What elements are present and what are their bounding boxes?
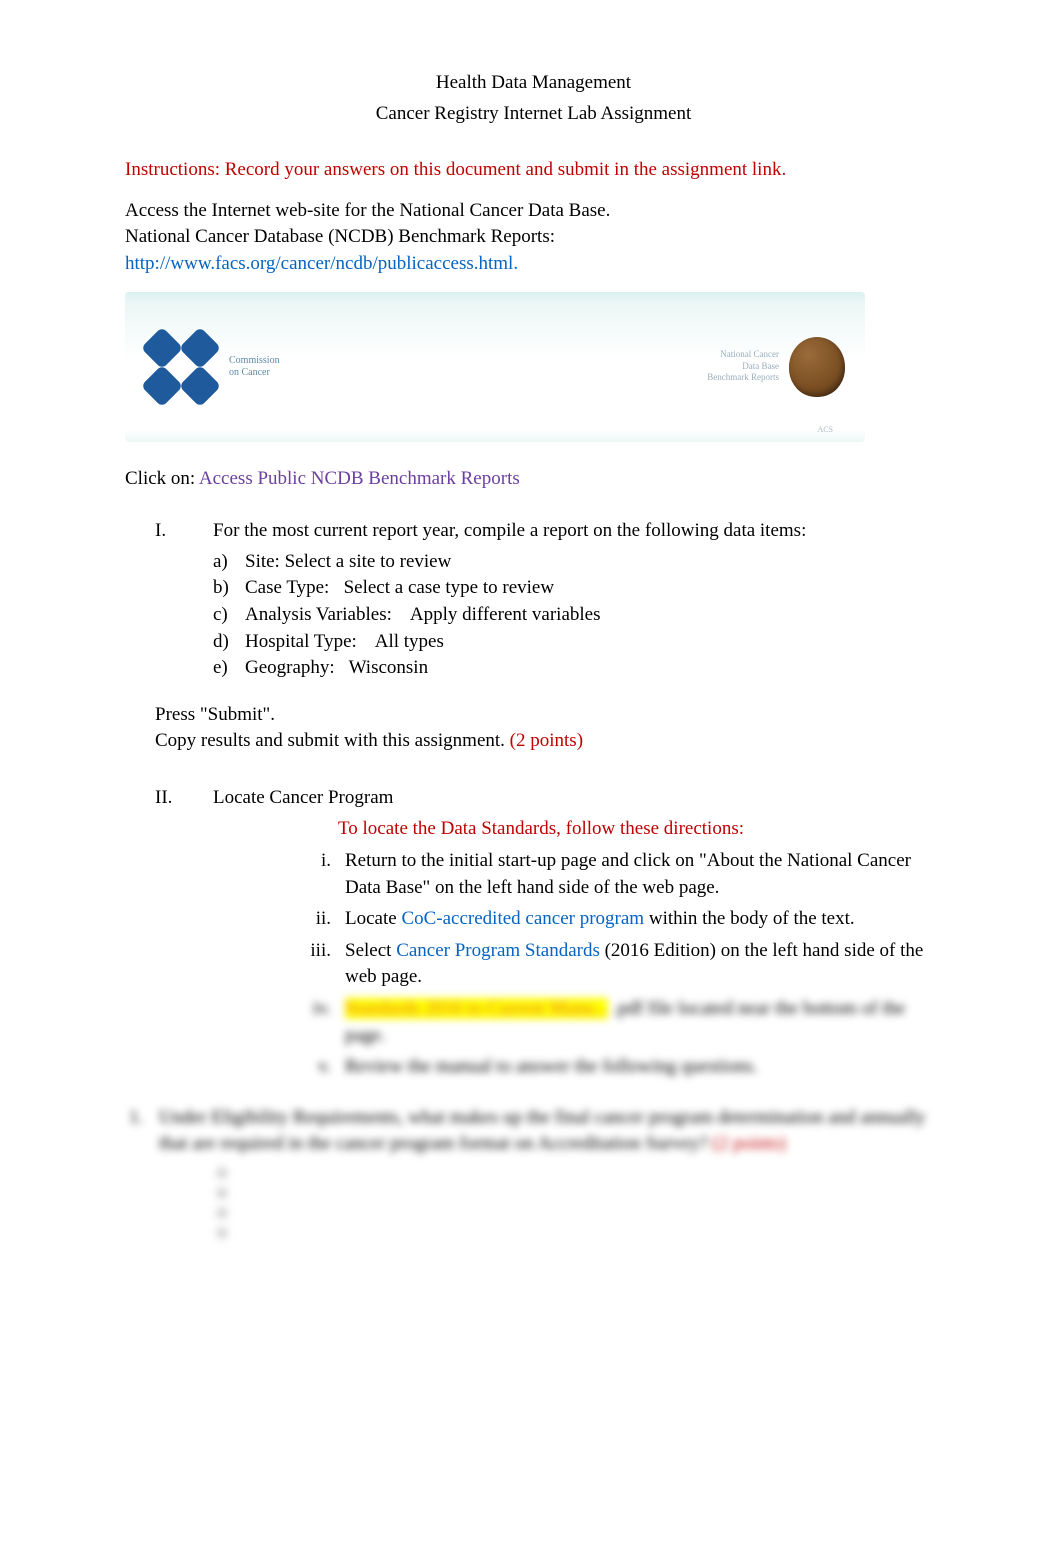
- item-c: c) Analysis Variables: Apply different v…: [213, 602, 942, 629]
- bullet-icon: [219, 1170, 225, 1176]
- step-ii: ii. Locate CoC-accredited cancer program…: [291, 906, 942, 933]
- section-ii-number: II.: [155, 785, 185, 812]
- copy-results: Copy results and submit with this assign…: [155, 730, 510, 751]
- step-i-text: Return to the initial start-up page and …: [345, 850, 911, 898]
- coc-logo-icon: [145, 331, 217, 403]
- ncdb-url-link[interactable]: http://www.facs.org/cancer/ncdb/publicac…: [125, 253, 518, 274]
- step-v-text: Review the manual to answer the followin…: [345, 1056, 758, 1077]
- click-on-row: Click on: Access Public NCDB Benchmark R…: [125, 466, 942, 493]
- item-a-key: Site:: [245, 551, 280, 572]
- item-a-val: Select a site to review: [285, 551, 452, 572]
- section-ii: II. Locate Cancer Program To locate the …: [155, 785, 942, 1081]
- item-b-val: Select a case type to review: [344, 577, 554, 598]
- step-iv: iv. Standards 2016 to Current Manu... .p…: [291, 996, 942, 1049]
- access-line-1: Access the Internet web-site for the Nat…: [125, 198, 942, 225]
- item-c-letter: c): [213, 602, 228, 629]
- q1-points: (2 points): [712, 1133, 785, 1154]
- item-d: d) Hospital Type: All types: [213, 629, 942, 656]
- step-iii-text-1: Select: [345, 940, 396, 961]
- item-e-val: Wisconsin: [349, 657, 428, 678]
- acs-seal-icon: [789, 337, 845, 397]
- access-line-2: National Cancer Database (NCDB) Benchmar…: [125, 224, 942, 251]
- section-i-number: I.: [155, 518, 185, 545]
- item-d-val: All types: [375, 631, 444, 652]
- item-b-key: Case Type:: [245, 577, 329, 598]
- access-reports-link[interactable]: Access Public NCDB Benchmark Reports: [199, 468, 520, 489]
- doc-subtitle: Cancer Registry Internet Lab Assignment: [125, 101, 942, 128]
- item-c-key: Analysis Variables:: [245, 604, 392, 625]
- step-iii-num: iii.: [291, 938, 331, 965]
- step-i-num: i.: [291, 848, 331, 875]
- press-submit: Press "Submit".: [155, 702, 942, 729]
- item-b: b) Case Type: Select a case type to revi…: [213, 575, 942, 602]
- section-ii-red-note: To locate the Data Standards, follow the…: [338, 816, 942, 843]
- coc-accredited-link[interactable]: CoC-accredited cancer program: [401, 908, 644, 929]
- step-iv-num: iv.: [291, 996, 331, 1023]
- click-on-label: Click on:: [125, 468, 199, 489]
- logo-text-1: Commission: [229, 355, 280, 367]
- standards-pdf-link[interactable]: Standards 2016 to Current Manu...: [345, 998, 608, 1019]
- step-v: v. Review the manual to answer the follo…: [291, 1054, 942, 1081]
- coc-logo: Commission on Cancer: [145, 331, 280, 403]
- item-d-key: Hospital Type:: [245, 631, 357, 652]
- copy-points: (2 points): [510, 730, 583, 751]
- instructions-text: Instructions: Record your answers on thi…: [125, 157, 942, 184]
- section-ii-title: Locate Cancer Program: [213, 787, 393, 808]
- item-e-letter: e): [213, 655, 228, 682]
- step-ii-text-1: Locate: [345, 908, 401, 929]
- section-i: I. For the most current report year, com…: [155, 518, 942, 682]
- logo-text-2: on Cancer: [229, 367, 280, 379]
- item-b-letter: b): [213, 575, 229, 602]
- bullet-icon: [219, 1210, 225, 1216]
- step-v-num: v.: [291, 1054, 331, 1081]
- step-i: i. Return to the initial start-up page a…: [291, 848, 942, 901]
- q1-text: Under Eligibility Requirements, what mak…: [159, 1107, 926, 1155]
- section-i-intro: For the most current report year, compil…: [213, 520, 806, 541]
- banner-right-line-3: Benchmark Reports: [707, 372, 779, 384]
- step-ii-num: ii.: [291, 906, 331, 933]
- bullet-icon: [219, 1230, 225, 1236]
- item-c-val: Apply different variables: [410, 604, 601, 625]
- item-a: a) Site: Select a site to review: [213, 549, 942, 576]
- bullet-icon: [219, 1190, 225, 1196]
- item-e-key: Geography:: [245, 657, 335, 678]
- access-block: Access the Internet web-site for the Nat…: [125, 198, 942, 278]
- item-d-letter: d): [213, 629, 229, 656]
- cancer-program-standards-link[interactable]: Cancer Program Standards: [396, 940, 600, 961]
- q1-number: 1.: [129, 1105, 143, 1132]
- item-e: e) Geography: Wisconsin: [213, 655, 942, 682]
- item-a-letter: a): [213, 549, 228, 576]
- submit-instructions: Press "Submit". Copy results and submit …: [155, 702, 942, 755]
- step-ii-text-2: within the body of the text.: [644, 908, 855, 929]
- banner-right: National Cancer Data Base Benchmark Repo…: [707, 337, 845, 397]
- banner-right-line-1: National Cancer: [707, 349, 779, 361]
- seal-label: ACS: [817, 424, 833, 435]
- banner-right-line-2: Data Base: [707, 361, 779, 373]
- step-iii: iii. Select Cancer Program Standards (20…: [291, 938, 942, 991]
- question-1: 1. Under Eligibility Requirements, what …: [125, 1105, 942, 1246]
- q1-answer-bullets: [219, 1166, 942, 1246]
- banner-image: Commission on Cancer National Cancer Dat…: [125, 292, 942, 442]
- doc-title: Health Data Management: [125, 70, 942, 97]
